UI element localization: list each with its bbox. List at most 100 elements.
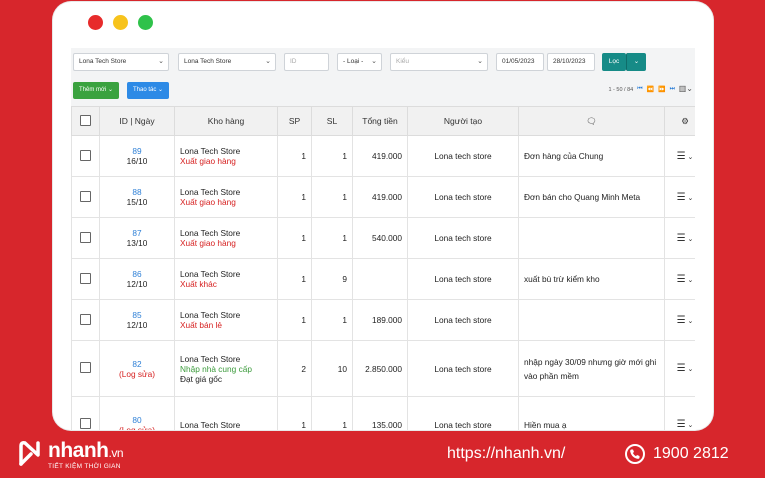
chevron-down-icon: ⌄ — [158, 87, 164, 93]
menu-icon: ☰ — [676, 273, 686, 285]
order-id-link[interactable]: 85 — [105, 310, 169, 320]
row-checkbox[interactable] — [80, 362, 91, 373]
total-cell: 419.000 — [352, 135, 408, 177]
row-actions[interactable]: ☰ ⌄ — [664, 396, 695, 430]
store-name: Lona Tech Store — [180, 187, 241, 197]
row-actions[interactable]: ☰ ⌄ — [664, 176, 695, 218]
kind-select[interactable]: Kiểu ⌄ — [390, 53, 488, 71]
note-cell: nhập ngày 30/09 nhưng giờ mới ghi vào ph… — [518, 340, 665, 397]
col-sp[interactable]: SP — [277, 106, 312, 136]
table-row[interactable]: 82 (Log sửa) Lona Tech Store Nhập nhà cung… — [71, 340, 695, 397]
row-select-cell — [71, 258, 100, 300]
note-cell: Đơn bán cho Quang Minh Meta — [518, 176, 665, 218]
order-id-link[interactable]: 87 — [105, 228, 169, 238]
log-edit-link[interactable]: (Log sửa) — [105, 369, 169, 379]
table-row[interactable]: 88 15/10 Lona Tech Store Xuất giao hàng 1 … — [71, 176, 695, 218]
col-id-date[interactable]: ID | Ngày — [99, 106, 175, 136]
col-sl[interactable]: SL — [311, 106, 353, 136]
store-name: Lona Tech Store — [180, 228, 241, 238]
row-actions[interactable]: ☰ ⌄ — [664, 217, 695, 259]
column-selector-icon[interactable]: ▥⌄ — [679, 84, 693, 93]
store-name: Lona Tech Store — [180, 353, 241, 364]
website-url[interactable]: https://nhanh.vn/ — [447, 445, 565, 463]
row-checkbox[interactable] — [80, 190, 91, 202]
row-checkbox[interactable] — [80, 149, 91, 161]
table-row[interactable]: 85 12/10 Lona Tech Store Xuất bán lẻ 1 1 1… — [71, 299, 695, 341]
sl-cell: 1 — [311, 217, 353, 259]
row-actions[interactable]: ☰ ⌄ — [664, 258, 695, 300]
total-cell: 540.000 — [352, 217, 408, 259]
close-window-button[interactable] — [88, 15, 103, 30]
add-new-button[interactable]: Thêm mới ⌄ — [73, 82, 119, 99]
store-cell: Lona Tech Store — [174, 396, 278, 430]
store-cell: Lona Tech Store Xuất giao hàng — [174, 217, 278, 259]
sp-cell: 1 — [277, 217, 312, 259]
sl-cell: 1 — [311, 299, 353, 341]
col-settings[interactable]: ⚙ — [664, 106, 695, 136]
creator-cell: Lona tech store — [407, 176, 519, 218]
total-cell: 189.000 — [352, 299, 408, 341]
note-cell: Đơn hàng của Chung — [518, 135, 665, 177]
store-name: Lona Tech Store — [180, 310, 241, 320]
menu-icon: ☰ — [676, 363, 686, 374]
order-id-link[interactable]: 88 — [105, 187, 169, 197]
chevron-down-icon: ⌄ — [158, 58, 164, 65]
sl-cell: 1 — [311, 396, 353, 430]
col-store[interactable]: Kho hàng — [174, 106, 278, 136]
browser-window: Lona Tech Store ⌄ Lona Tech Store ⌄ ID - L… — [53, 2, 713, 430]
order-id-link[interactable]: 89 — [105, 146, 169, 156]
filter-dropdown-button[interactable]: ⌄ — [626, 53, 646, 71]
id-input[interactable]: ID — [284, 53, 329, 71]
menu-icon: ☰ — [676, 150, 686, 162]
sl-cell: 9 — [311, 258, 353, 300]
store-select-1[interactable]: Lona Tech Store ⌄ — [73, 53, 169, 71]
gear-icon: ⚙ — [681, 115, 689, 126]
log-edit-link[interactable]: (Log sửa) — [105, 425, 169, 431]
row-checkbox[interactable] — [80, 231, 91, 243]
minimize-window-button[interactable] — [113, 15, 128, 30]
row-actions[interactable]: ☰ ⌄ — [664, 340, 695, 397]
actions-button[interactable]: Thao tác ⌄ — [127, 82, 170, 99]
next-page-icon[interactable]: ⏩ — [658, 86, 665, 93]
id-date-cell: 80 (Log sửa) — [99, 396, 175, 431]
chevron-down-icon: ⌄ — [685, 276, 694, 284]
phone-icon — [625, 444, 645, 464]
order-id-link[interactable]: 82 — [105, 359, 169, 369]
select-all-checkbox[interactable] — [80, 114, 91, 126]
chevron-down-icon: ⌄ — [685, 194, 694, 202]
prev-page-icon[interactable]: ⏪ — [647, 86, 654, 93]
table-row[interactable]: 87 13/10 Lona Tech Store Xuất giao hàng 1 … — [71, 217, 695, 259]
filter-button[interactable]: Lọc — [602, 53, 626, 71]
first-page-icon[interactable]: ⏮ — [637, 86, 642, 93]
col-total[interactable]: Tổng tiền — [352, 106, 408, 136]
id-date-cell: 89 16/10 — [99, 135, 175, 177]
row-actions[interactable]: ☰ ⌄ — [664, 299, 695, 341]
maximize-window-button[interactable] — [138, 15, 153, 30]
app-content: Lona Tech Store ⌄ Lona Tech Store ⌄ ID - L… — [71, 48, 695, 430]
note-cell: Hiền mua ạ — [518, 396, 665, 430]
col-creator[interactable]: Người tạo — [407, 106, 519, 136]
note-cell — [518, 299, 665, 341]
table-row[interactable]: 80 (Log sửa) Lona Tech Store 1 1 135.000 … — [71, 396, 695, 431]
phone-number[interactable]: 1900 2812 — [653, 445, 729, 463]
type-select[interactable]: - Loại - ⌄ — [337, 53, 382, 71]
table-row[interactable]: 86 12/10 Lona Tech Store Xuất khác 1 9 Lon… — [71, 258, 695, 300]
creator-cell: Lona tech store — [407, 217, 519, 259]
order-id-link[interactable]: 80 — [105, 415, 169, 425]
row-actions[interactable]: ☰ ⌄ — [664, 135, 695, 177]
store-cell: Lona Tech Store Nhập nhà cung cấp Đạt giá … — [174, 340, 278, 397]
total-cell: 135.000 — [352, 396, 408, 430]
row-checkbox[interactable] — [80, 272, 91, 284]
last-page-icon[interactable]: ⏭ — [670, 86, 675, 93]
row-checkbox[interactable] — [80, 418, 91, 429]
chevron-down-icon: ⌄ — [265, 58, 271, 65]
table-row[interactable]: 89 16/10 Lona Tech Store Xuất giao hàng 1 … — [71, 135, 695, 177]
date-from-input[interactable]: 01/05/2023 — [496, 53, 544, 71]
id-date-cell: 87 13/10 — [99, 217, 175, 259]
creator-cell: Lona tech store — [407, 258, 519, 300]
store-select-2[interactable]: Lona Tech Store ⌄ — [178, 53, 276, 71]
date-to-input[interactable]: 28/10/2023 — [547, 53, 595, 71]
order-id-link[interactable]: 86 — [105, 269, 169, 279]
chevron-down-icon: ⌄ — [107, 87, 113, 93]
row-checkbox[interactable] — [80, 313, 91, 325]
